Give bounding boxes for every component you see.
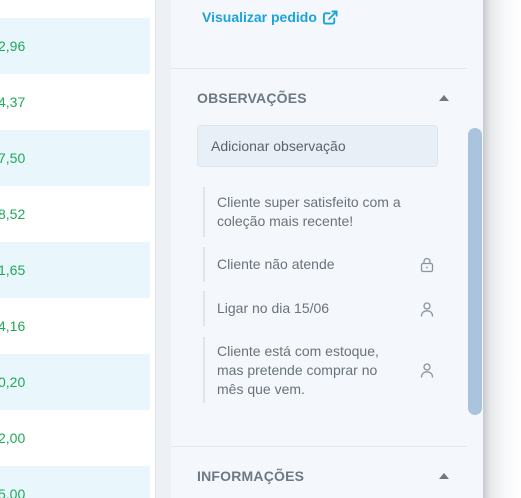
observations-title: OBSERVAÇÕES [197,90,307,106]
info-title: INFORMAÇÕES [197,468,305,484]
observations-header[interactable]: OBSERVAÇÕES [197,89,449,107]
collapse-caret-icon[interactable] [439,95,449,101]
table-row[interactable]: 8,52 [0,186,150,242]
table-cell-value: 1,65 [0,262,26,278]
table-cell-value: 5,00 [0,486,26,498]
observation-text: Ligar no dia 15/06 [217,300,330,316]
section-divider [171,68,467,69]
view-order-link[interactable]: Visualizar pedido [202,9,338,25]
lock-icon [420,257,434,272]
observation-item: Cliente está com estoque, mas pretende c… [203,337,435,403]
table-row[interactable]: 4,16 [0,298,150,354]
table-cell-value: 2,96 [0,38,26,54]
table-row[interactable]: 2,96 [0,18,150,74]
table-cell-value: 4,37 [0,94,26,110]
drawer-shadow [483,0,521,498]
drawer-edge [155,0,171,498]
observation-text: Cliente está com estoque, mas pretende c… [217,342,379,397]
observation-item: Cliente super satisfeito com a coleção m… [203,187,435,237]
table-cell-value: 0,20 [0,374,26,390]
observation-text: Cliente super satisfeito com a coleção m… [217,194,401,229]
observation-text: Cliente não atende [217,256,335,272]
table-cell-value: 8,52 [0,206,26,222]
external-link-icon [322,9,338,25]
observation-item: Cliente não atende [203,247,435,282]
table-cell-value: 2,00 [0,430,26,446]
table-row[interactable]: 0,20 [0,354,150,410]
user-icon [420,301,434,317]
table-row[interactable]: 1,65 [0,242,150,298]
table-row[interactable]: 4,37 [0,74,150,130]
table-row[interactable]: 2,00 [0,410,150,466]
view-order-label: Visualizar pedido [202,9,317,25]
scrollbar-track[interactable] [467,0,483,498]
user-icon [420,363,434,378]
side-drawer: Visualizar pedido OBSERVAÇÕES Cliente su… [171,0,467,498]
table-cell-value: 4,16 [0,318,26,334]
observation-item: Ligar no dia 15/06 [203,291,435,326]
collapse-caret-icon[interactable] [439,473,449,479]
add-observation-input[interactable] [197,125,438,167]
table-row[interactable]: 7,50 [0,130,150,186]
section-divider [171,446,467,447]
background-table: 2,96 4,37 7,50 8,52 1,65 4,16 0,20 2,00 … [0,0,155,498]
table-cell-value: 7,50 [0,150,26,166]
info-header[interactable]: INFORMAÇÕES [197,467,449,485]
table-row[interactable]: 5,00 [0,466,150,498]
scrollbar-thumb[interactable] [468,128,482,415]
